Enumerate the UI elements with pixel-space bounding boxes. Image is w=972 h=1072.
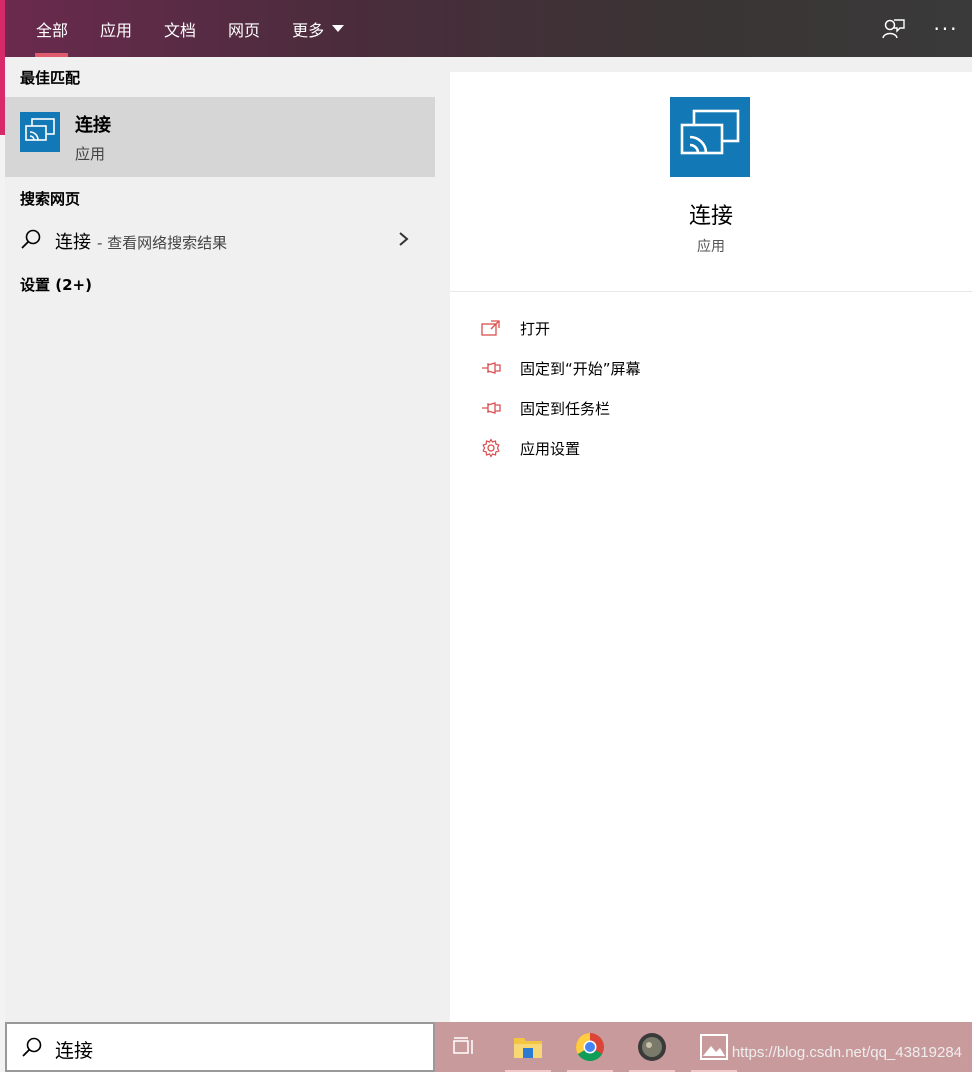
open-icon xyxy=(480,317,502,339)
tab-label: 更多 xyxy=(292,20,325,40)
feedback-icon xyxy=(882,18,905,38)
search-icon xyxy=(21,229,41,249)
file-explorer-icon xyxy=(514,1038,542,1058)
web-search-term: 连接 xyxy=(55,232,91,253)
app-settings-action[interactable]: 应用设置 xyxy=(450,428,972,468)
tab-apps[interactable]: 应用 xyxy=(84,0,148,57)
chevron-right-icon[interactable] xyxy=(397,231,411,247)
feedback-button[interactable] xyxy=(868,0,920,57)
app-icon xyxy=(638,1033,666,1061)
cast-icon xyxy=(20,112,60,152)
ellipsis-icon: ··· xyxy=(933,16,959,41)
action-label: 固定到“开始”屏幕 xyxy=(520,359,641,378)
best-match-header: 最佳匹配 xyxy=(20,69,81,87)
web-search-hint: - 查看网络搜索结果 xyxy=(97,234,228,252)
taskbar: https://blog.csdn.net/qq_43819284 xyxy=(435,1022,972,1072)
task-view-icon xyxy=(453,1037,473,1054)
best-match-result[interactable]: 连接 应用 xyxy=(5,97,435,177)
tab-label: 全部 xyxy=(36,20,69,40)
chrome-icon xyxy=(576,1033,604,1061)
pinned-app-button[interactable] xyxy=(623,1022,681,1072)
action-label: 打开 xyxy=(520,319,551,338)
detail-pane: 连接 应用 打开 固定到“开始”屏幕 固定到任务栏 应用设置 xyxy=(450,72,972,1022)
watermark: https://blog.csdn.net/qq_43819284 xyxy=(731,1044,962,1061)
chrome-button[interactable] xyxy=(561,1022,619,1072)
web-search-result[interactable]: 连接 - 查看网络搜索结果 xyxy=(5,219,435,259)
tab-documents[interactable]: 文档 xyxy=(148,0,212,57)
filter-tabs: 全部 应用 文档 网页 更多 ··· xyxy=(5,0,972,57)
tab-label: 网页 xyxy=(228,20,261,40)
pin-icon xyxy=(480,357,502,379)
settings-header[interactable]: 设置 (2+) xyxy=(5,274,92,295)
cast-icon xyxy=(670,97,750,177)
tab-label: 应用 xyxy=(100,20,133,40)
detail-app-name: 连接 xyxy=(688,204,733,229)
file-explorer-button[interactable] xyxy=(499,1022,557,1072)
result-type: 应用 xyxy=(75,145,106,163)
tab-more[interactable]: 更多 xyxy=(276,0,360,57)
detail-app-type: 应用 xyxy=(697,239,725,255)
tab-web[interactable]: 网页 xyxy=(212,0,276,57)
tab-label: 文档 xyxy=(164,20,197,40)
search-icon xyxy=(22,1037,42,1057)
web-search-header: 搜索网页 xyxy=(20,190,81,208)
action-label: 应用设置 xyxy=(520,439,581,458)
search-panel: 全部 应用 文档 网页 更多 ··· 最佳匹配 连接 应用 搜索网页 连接 - … xyxy=(5,0,972,1022)
photos-icon xyxy=(700,1034,728,1060)
more-options-button[interactable]: ··· xyxy=(920,0,972,57)
search-query: 连接 xyxy=(55,1040,94,1062)
pin-to-start-action[interactable]: 固定到“开始”屏幕 xyxy=(450,348,972,388)
task-view-button[interactable] xyxy=(435,1022,493,1072)
result-name: 连接 xyxy=(75,115,111,136)
open-action[interactable]: 打开 xyxy=(450,308,972,348)
action-label: 固定到任务栏 xyxy=(520,399,611,418)
search-input[interactable]: 连接 xyxy=(5,1022,435,1072)
action-list: 打开 固定到“开始”屏幕 固定到任务栏 应用设置 xyxy=(450,308,972,468)
tab-all[interactable]: 全部 xyxy=(5,0,84,57)
pin-icon xyxy=(480,397,502,419)
chevron-down-icon xyxy=(332,25,345,32)
results-list: 最佳匹配 连接 应用 搜索网页 连接 - 查看网络搜索结果 设置 (2+) xyxy=(5,57,435,1022)
pin-to-taskbar-action[interactable]: 固定到任务栏 xyxy=(450,388,972,428)
gear-icon xyxy=(480,437,502,459)
